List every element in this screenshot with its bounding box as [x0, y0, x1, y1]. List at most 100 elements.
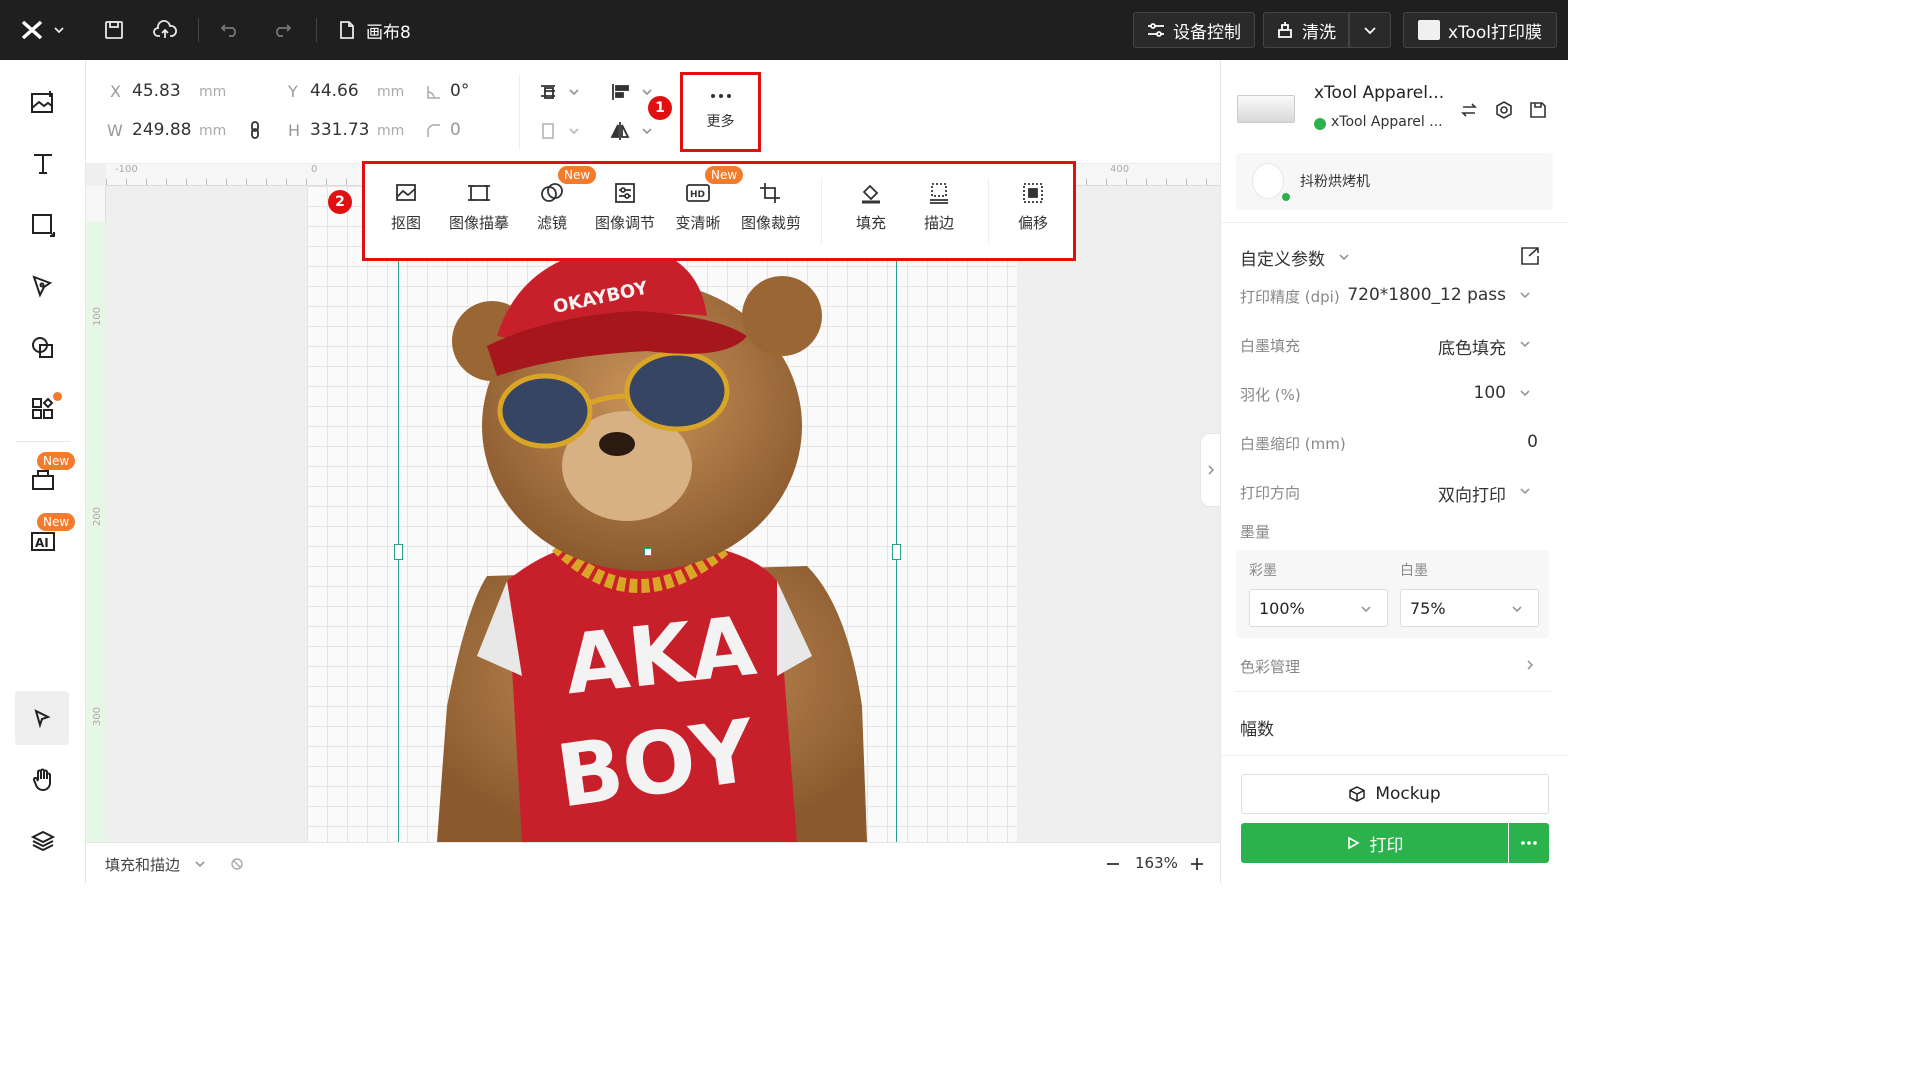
ruler-tick: 400 [1110, 164, 1130, 175]
mode-selector[interactable]: 填充和描边 [105, 854, 180, 875]
ink-title: 墨量 [1240, 523, 1271, 541]
fill-button[interactable]: 填充 [836, 182, 906, 233]
rotation-input[interactable]: 0° [450, 81, 469, 101]
align-icon[interactable] [539, 82, 583, 102]
chevron-down-icon[interactable] [1519, 487, 1531, 495]
resize-handle-right[interactable] [892, 544, 901, 560]
rotate-handle[interactable] [644, 548, 652, 556]
layers-icon[interactable] [22, 820, 64, 862]
link-icon[interactable] [249, 121, 261, 139]
trace-button[interactable]: 图像描摹 [444, 182, 514, 233]
mockup-button[interactable]: Mockup [1241, 774, 1549, 814]
flip-icon[interactable] [610, 121, 654, 141]
y-input[interactable]: 44.66 [310, 81, 359, 101]
x-input[interactable]: 45.83 [132, 81, 181, 101]
text-tool-icon[interactable] [22, 142, 64, 184]
fill-label: 填充 [855, 214, 886, 232]
white-ink-select[interactable]: 75% [1400, 589, 1539, 627]
param-label: 羽化 (%) [1240, 386, 1301, 404]
param-label: 打印方向 [1240, 484, 1301, 502]
divider [1221, 222, 1569, 223]
white-ink-label: 白墨 [1400, 563, 1428, 579]
enhance-button[interactable]: HD 变清晰 [663, 182, 733, 233]
white-shrink-input[interactable]: 0 [1527, 432, 1538, 452]
w-unit: mm [199, 123, 227, 139]
h-input[interactable]: 331.73 [310, 120, 369, 140]
clean-dropdown-button[interactable] [1349, 12, 1391, 48]
chevron-down-icon[interactable] [1519, 291, 1531, 299]
filter-button[interactable]: 滤镜 [517, 182, 587, 233]
bear-artwork[interactable]: AKA BOY OKAYBOY [307, 186, 1017, 842]
section-title[interactable]: 自定义参数 [1240, 245, 1325, 270]
save-icon[interactable] [100, 16, 128, 44]
chevron-right-icon[interactable] [1526, 659, 1534, 671]
canvas-name[interactable]: 画布8 [366, 18, 411, 43]
shape-tool-icon[interactable] [22, 204, 64, 246]
divider [1236, 691, 1553, 692]
print-button[interactable]: 打印 [1241, 823, 1508, 863]
enhance-label: 变清晰 [675, 214, 721, 232]
distribute-icon[interactable] [539, 121, 583, 141]
image-tools-toolbar: 抠图 图像描摹 滤镜 New 图像调节 HD 变清晰 New 图像裁剪 填充 描… [362, 161, 1076, 261]
undo-icon[interactable] [216, 16, 244, 44]
cloud-upload-icon[interactable] [150, 16, 180, 44]
more-button[interactable]: 更多 [680, 72, 761, 152]
print-direction-select[interactable]: 双向打印 [1438, 481, 1506, 506]
selection-guide-left [398, 186, 399, 842]
zoom-level[interactable]: 163% [1135, 854, 1178, 872]
switch-device-icon[interactable] [1461, 102, 1477, 118]
cutout-button[interactable]: 抠图 [371, 182, 441, 233]
print-film-button[interactable]: xTool打印膜 [1403, 12, 1557, 48]
chevron-down-icon[interactable] [1519, 340, 1531, 348]
play-icon [1347, 836, 1360, 850]
chevron-down-icon[interactable] [1519, 389, 1531, 397]
zoom-out-icon[interactable] [1105, 856, 1121, 872]
color-management[interactable]: 色彩管理 [1240, 656, 1300, 677]
device-control-button[interactable]: 设备控制 [1133, 12, 1255, 48]
dpi-select[interactable]: 720*1800_12 pass [1347, 285, 1506, 305]
filter-label: 滤镜 [536, 214, 567, 232]
white-fill-select[interactable]: 底色填充 [1438, 334, 1506, 359]
color-ink-select[interactable]: 100% [1249, 589, 1388, 627]
accessory-name: 抖粉烘烤机 [1300, 174, 1370, 190]
settings-icon[interactable] [1495, 101, 1513, 119]
add-image-icon[interactable] [22, 81, 64, 123]
align-left-icon[interactable] [610, 82, 654, 102]
pen-tool-icon[interactable] [22, 265, 64, 307]
redo-icon[interactable] [268, 16, 296, 44]
elements-icon[interactable] [22, 327, 64, 369]
w-input[interactable]: 249.88 [132, 120, 191, 140]
corner-radius-input[interactable]: 0 [450, 120, 461, 140]
status-dot [1314, 118, 1326, 130]
hand-tool-icon[interactable] [22, 759, 64, 801]
white-ink-value: 75% [1410, 598, 1446, 618]
chevron-right-icon [1207, 465, 1214, 475]
feather-select[interactable]: 100 [1474, 383, 1506, 403]
select-tool[interactable] [15, 691, 69, 745]
resize-handle-left[interactable] [394, 544, 403, 560]
stroke-button[interactable]: 描边 [904, 182, 974, 233]
zoom-in-icon[interactable] [1189, 856, 1205, 872]
clean-button[interactable]: 清洗 [1263, 12, 1349, 48]
film-icon [1417, 20, 1440, 40]
print-options-button[interactable] [1509, 823, 1549, 863]
artboard[interactable]: AKA BOY OKAYBOY [307, 186, 1017, 842]
save-settings-icon[interactable] [1529, 101, 1547, 119]
stroke-icon [930, 183, 948, 204]
crop-button[interactable]: 图像裁剪 [736, 182, 806, 233]
chevron-down-icon[interactable] [194, 860, 206, 868]
offset-button[interactable]: 偏移 [998, 182, 1068, 233]
panel-collapse-tab[interactable] [1200, 433, 1220, 507]
adjust-button[interactable]: 图像调节 [590, 182, 660, 233]
h-unit: mm [377, 123, 405, 139]
color-ink-label: 彩墨 [1249, 563, 1277, 579]
app-logo-icon[interactable] [18, 16, 68, 44]
export-icon[interactable] [1519, 246, 1541, 266]
canvas-area[interactable]: -100 0 400 100 200 300 AKA BOY OKAYBOY [86, 164, 1220, 842]
accessory-card[interactable]: 抖粉烘烤机 [1236, 153, 1553, 210]
adjust-label: 图像调节 [594, 214, 655, 232]
apps-icon[interactable] [22, 388, 64, 430]
chevron-down-icon[interactable] [1338, 253, 1350, 261]
hide-icon[interactable] [230, 857, 244, 871]
status-bar: 填充和描边 163% [86, 842, 1220, 883]
